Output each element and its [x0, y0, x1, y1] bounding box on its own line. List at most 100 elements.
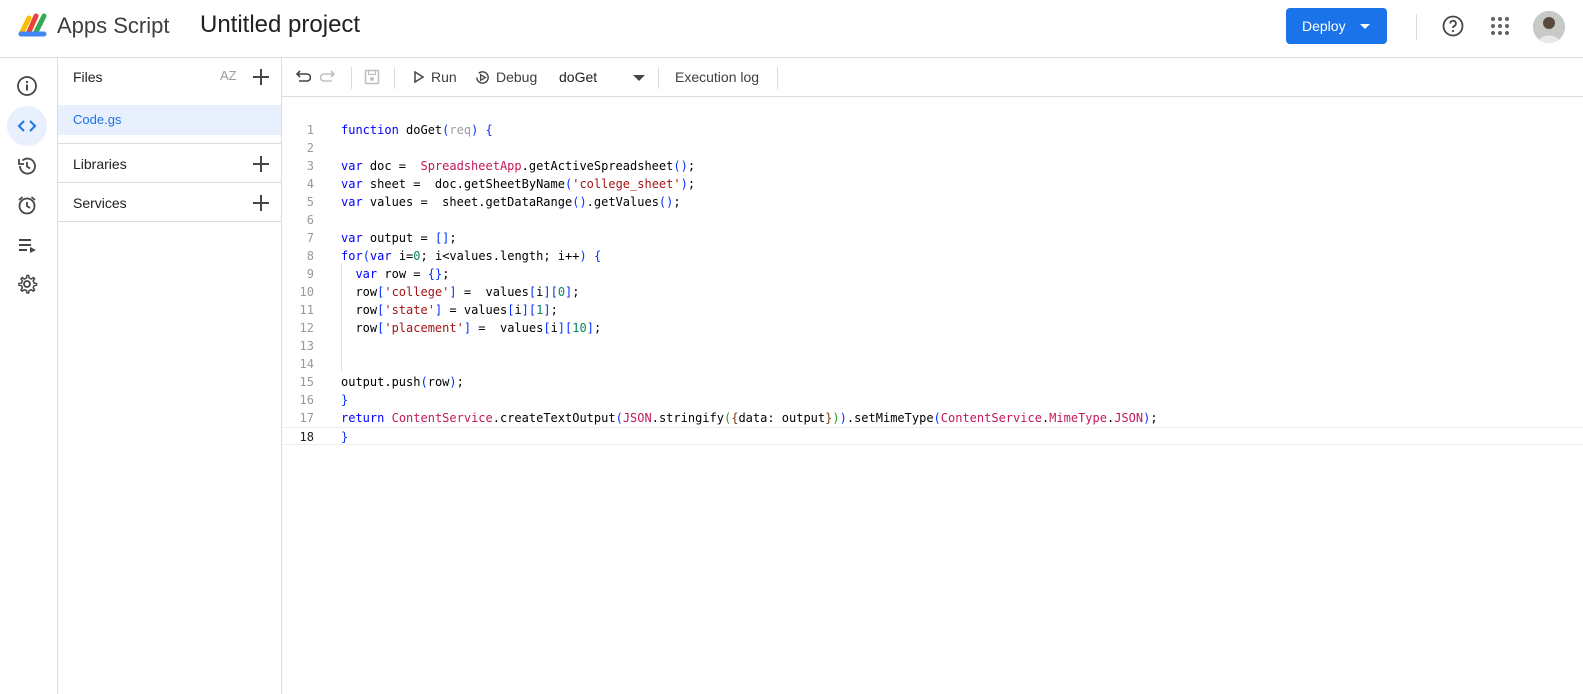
- code-text: }: [341, 393, 349, 407]
- debug-button[interactable]: Debug: [496, 69, 537, 85]
- code-line[interactable]: 18}: [282, 427, 1583, 445]
- line-number: 13: [299, 339, 314, 353]
- project-title[interactable]: Untitled project: [200, 11, 360, 39]
- left-nav-rail: [0, 58, 58, 694]
- line-number: 2: [306, 141, 314, 155]
- function-select[interactable]: doGet: [559, 69, 597, 85]
- indent-guide: [341, 263, 342, 371]
- code-line[interactable]: 5 var values = sheet.getDataRange().getVa…: [282, 193, 1583, 211]
- files-header: Files AZ: [58, 58, 281, 98]
- avatar[interactable]: [1533, 11, 1565, 43]
- code-line[interactable]: 13: [282, 337, 1583, 355]
- add-file-plus-icon[interactable]: [253, 69, 269, 85]
- alarm-icon: [18, 196, 36, 215]
- code-line[interactable]: 10 row['college'] = values[i][0];: [282, 283, 1583, 301]
- redo-icon[interactable]: [320, 68, 338, 86]
- code-line[interactable]: 11 row['state'] = values[i][1];: [282, 301, 1583, 319]
- debug-icon: [476, 71, 489, 84]
- chevron-down-icon[interactable]: [633, 75, 645, 81]
- line-number: 16: [299, 393, 314, 407]
- sort-files-button[interactable]: AZ: [220, 68, 237, 83]
- code-line[interactable]: 14: [282, 355, 1583, 373]
- google-apps-icon[interactable]: [1489, 15, 1511, 37]
- code-text: row['state'] = values[i][1];: [341, 303, 558, 317]
- code-text: return ContentService.createTextOutput(J…: [341, 411, 1158, 425]
- code-line[interactable]: 9 var row = {};: [282, 265, 1583, 283]
- line-number: 1: [306, 123, 314, 137]
- dropdown-caret-icon: [1359, 23, 1370, 29]
- add-service-plus-icon[interactable]: [253, 195, 269, 211]
- code-text: var row = {};: [355, 267, 450, 281]
- code-text: var sheet = doc.getSheetByName('college_…: [341, 177, 696, 191]
- code-line[interactable]: 15 output.push(row);: [282, 373, 1583, 391]
- files-title: Files: [73, 69, 103, 85]
- code-text: row['college'] = values[i][0];: [341, 285, 580, 299]
- top-bar: Apps Script Untitled project Deploy: [0, 0, 1583, 58]
- divider: [351, 67, 352, 89]
- divider: [777, 67, 778, 89]
- run-play-icon: [414, 70, 425, 84]
- history-button[interactable]: [7, 146, 47, 186]
- code-line[interactable]: 7 var output = [];: [282, 229, 1583, 247]
- services-label: Services: [73, 195, 127, 211]
- divider: [394, 67, 395, 89]
- add-library-plus-icon[interactable]: [253, 156, 269, 172]
- code-text: row['placement'] = values[i][10];: [341, 321, 602, 335]
- history-icon: [18, 157, 36, 175]
- files-panel: Files AZ Code.gs Libraries Services: [58, 58, 282, 694]
- file-name: Code.gs: [73, 112, 122, 127]
- line-number: 6: [306, 213, 314, 227]
- code-editor[interactable]: 1 function doGet(req) { 2 3 var doc = Spread…: [282, 97, 1583, 694]
- executions-button[interactable]: [7, 225, 47, 265]
- line-number: 10: [299, 285, 314, 299]
- services-section[interactable]: Services: [58, 182, 281, 221]
- code-text: }: [341, 430, 349, 444]
- editor-toolbar: Run Debug doGet Execution log: [282, 58, 1583, 97]
- settings-button[interactable]: [7, 264, 47, 304]
- line-number: 18: [299, 430, 314, 444]
- line-number: 11: [299, 303, 314, 317]
- code-text: var output = [];: [341, 231, 457, 245]
- code-line[interactable]: 1 function doGet(req) {: [282, 121, 1583, 139]
- triggers-button[interactable]: [7, 185, 47, 225]
- code-line[interactable]: 8 for(var i=0; i<values.length; i++) {: [282, 247, 1583, 265]
- code-icon: [17, 120, 37, 132]
- line-number: 7: [306, 231, 314, 245]
- info-icon: [17, 76, 37, 96]
- code-text: var doc = SpreadsheetApp.getActiveSpread…: [341, 159, 696, 173]
- line-number: 17: [299, 411, 314, 425]
- execution-log-button[interactable]: Execution log: [675, 69, 759, 85]
- save-icon[interactable]: [363, 68, 381, 86]
- run-button[interactable]: Run: [431, 69, 457, 85]
- line-number: 9: [306, 267, 314, 281]
- libraries-section[interactable]: Libraries: [58, 143, 281, 182]
- divider: [1416, 14, 1417, 40]
- file-item-code-gs[interactable]: Code.gs: [58, 105, 281, 135]
- line-number: 4: [306, 177, 314, 191]
- apps-script-logo: [18, 13, 47, 37]
- gear-icon: [18, 274, 38, 294]
- deploy-label: Deploy: [1302, 18, 1346, 34]
- line-number: 5: [306, 195, 314, 209]
- code-text: for(var i=0; i<values.length; i++) {: [341, 249, 602, 263]
- code-line[interactable]: 6: [282, 211, 1583, 229]
- line-number: 15: [299, 375, 314, 389]
- libraries-label: Libraries: [73, 156, 127, 172]
- divider: [658, 67, 659, 89]
- undo-icon[interactable]: [293, 68, 311, 86]
- code-text: var values = sheet.getDataRange().getVal…: [341, 195, 681, 209]
- code-line[interactable]: 2: [282, 139, 1583, 157]
- code-line[interactable]: 17 return ContentService.createTextOutput…: [282, 409, 1583, 427]
- help-icon[interactable]: [1441, 14, 1465, 38]
- code-line[interactable]: 12 row['placement'] = values[i][10];: [282, 319, 1583, 337]
- code-line[interactable]: 3 var doc = SpreadsheetApp.getActiveSprea…: [282, 157, 1583, 175]
- code-line[interactable]: 16}: [282, 391, 1583, 409]
- code-line[interactable]: 4 var sheet = doc.getSheetByName('college…: [282, 175, 1583, 193]
- line-number: 3: [306, 159, 314, 173]
- deploy-button[interactable]: Deploy: [1286, 8, 1387, 44]
- line-number: 8: [306, 249, 314, 263]
- overview-button[interactable]: [7, 66, 47, 106]
- code-text: function doGet(req) {: [341, 123, 493, 137]
- avatar-image: [1533, 11, 1565, 43]
- editor-button[interactable]: [7, 106, 47, 146]
